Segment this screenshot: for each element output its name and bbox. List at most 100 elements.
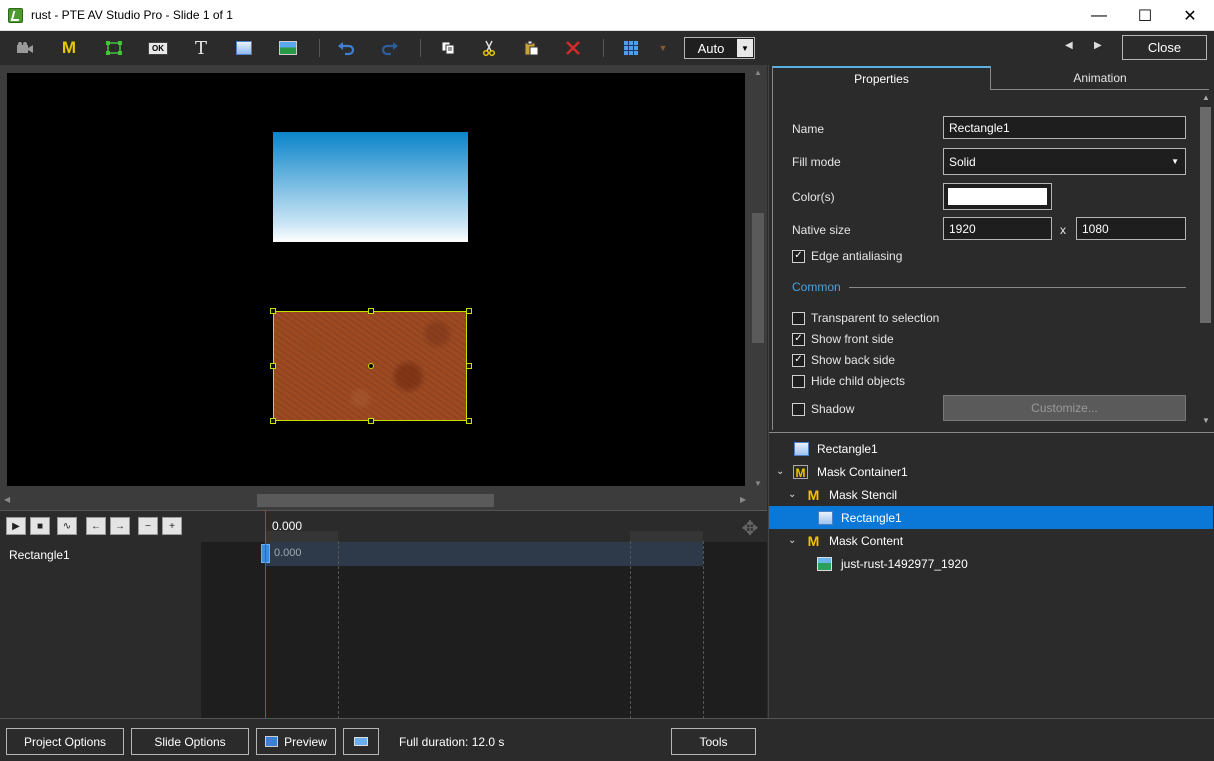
timeline-track-bar[interactable] — [265, 542, 703, 566]
minus-icon[interactable]: − — [138, 517, 158, 535]
tab-animation[interactable]: Animation — [991, 66, 1209, 90]
scrollbar-thumb[interactable] — [752, 213, 764, 343]
timeline-track-name[interactable]: Rectangle1 — [9, 548, 70, 562]
play-icon[interactable]: ▶ — [6, 517, 26, 535]
move-icon[interactable]: ✥ — [737, 515, 763, 541]
scroll-left-icon[interactable]: ◀ — [4, 495, 10, 504]
app-icon — [8, 8, 23, 23]
canvas-vertical-scrollbar[interactable]: ▲ ▼ — [750, 68, 766, 488]
customize-button[interactable]: Customize... — [943, 395, 1186, 421]
plus-icon[interactable]: + — [162, 517, 182, 535]
resize-handle[interactable] — [466, 308, 472, 314]
properties-form: Name Rectangle1 Fill mode Solid ▼ Color(… — [772, 90, 1196, 430]
chevron-down-icon[interactable]: ⌄ — [788, 535, 796, 546]
grid-dropdown-icon[interactable]: ▼ — [650, 36, 676, 60]
gradient-rectangle[interactable] — [273, 132, 468, 242]
tree-item-rust-image[interactable]: just-rust-1492977_1920 — [769, 552, 1213, 575]
grid-icon[interactable] — [618, 36, 644, 60]
image-icon — [817, 556, 832, 571]
text-T-icon[interactable]: T — [188, 36, 214, 60]
rust-image-object[interactable] — [270, 308, 472, 424]
undo-icon[interactable] — [333, 36, 359, 60]
tree-item-stencil-rectangle1[interactable]: Rectangle1 — [769, 506, 1213, 529]
color-picker[interactable] — [943, 183, 1052, 210]
resize-handle[interactable] — [270, 308, 276, 314]
canvas-horizontal-scrollbar[interactable]: ◀ ▶ — [0, 492, 750, 509]
arrow-right-icon[interactable]: → — [110, 517, 130, 535]
arrow-left-icon[interactable]: ← — [86, 517, 106, 535]
native-width-field[interactable]: 1920 — [943, 217, 1052, 240]
scroll-down-icon[interactable]: ▼ — [754, 479, 762, 488]
minimize-button[interactable]: — — [1076, 0, 1122, 31]
prev-slide-icon[interactable]: ◀ — [1065, 40, 1073, 51]
scrollbar-thumb[interactable] — [257, 494, 494, 507]
properties-scrollbar[interactable]: ▲ ▼ — [1198, 91, 1213, 429]
tree-item-mask-stencil[interactable]: ⌄ M Mask Stencil — [769, 483, 1213, 506]
tree-item-mask-content[interactable]: ⌄ M Mask Content — [769, 529, 1213, 552]
playhead[interactable] — [265, 511, 266, 719]
zoom-value: Auto — [697, 40, 725, 56]
resize-handle[interactable] — [466, 418, 472, 424]
button-ok-icon[interactable]: OK — [145, 36, 171, 60]
chevron-down-icon[interactable]: ▼ — [737, 39, 753, 57]
chevron-down-icon[interactable]: ⌄ — [788, 489, 796, 500]
resize-handle[interactable] — [368, 308, 374, 314]
maximize-button[interactable]: ☐ — [1122, 0, 1168, 31]
scroll-right-icon[interactable]: ▶ — [740, 495, 746, 504]
show-front-row[interactable]: ✓ Show front side — [792, 332, 894, 346]
show-front-checkbox[interactable]: ✓ — [792, 332, 805, 346]
tab-properties[interactable]: Properties — [772, 66, 991, 90]
scroll-up-icon[interactable]: ▲ — [1202, 93, 1210, 102]
shadow-checkbox[interactable] — [792, 402, 805, 416]
hide-child-row[interactable]: Hide child objects — [792, 374, 905, 388]
tree-item-rectangle1[interactable]: Rectangle1 — [769, 437, 1213, 460]
scroll-down-icon[interactable]: ▼ — [1202, 416, 1210, 425]
screen-icon[interactable] — [343, 728, 379, 755]
tools-button[interactable]: Tools — [671, 728, 756, 755]
delete-icon[interactable] — [560, 36, 586, 60]
preview-button[interactable]: Preview — [256, 728, 336, 755]
scroll-up-icon[interactable]: ▲ — [754, 68, 762, 77]
camera-icon[interactable] — [12, 36, 38, 60]
resize-handle[interactable] — [270, 363, 276, 369]
show-back-row[interactable]: ✓ Show back side — [792, 353, 895, 367]
frame-icon[interactable] — [101, 36, 127, 60]
edge-antialiasing-row[interactable]: ✓ Edge antialiasing — [792, 249, 902, 263]
window-close-button[interactable]: ✕ — [1167, 0, 1213, 31]
native-height-field[interactable]: 1080 — [1076, 217, 1186, 240]
rectangle-icon[interactable] — [231, 36, 257, 60]
timeline-track-area[interactable] — [201, 542, 767, 719]
window-title: rust - PTE AV Studio Pro - Slide 1 of 1 — [31, 8, 233, 22]
image-icon[interactable] — [275, 36, 301, 60]
slide-canvas[interactable] — [7, 73, 745, 486]
zoom-select[interactable]: Auto ▼ — [684, 37, 755, 59]
next-slide-icon[interactable]: ▶ — [1094, 40, 1102, 51]
stop-icon[interactable]: ■ — [30, 517, 50, 535]
shadow-row[interactable]: Shadow — [792, 402, 854, 416]
redo-icon[interactable] — [377, 36, 403, 60]
cut-icon[interactable] — [476, 36, 502, 60]
show-back-checkbox[interactable]: ✓ — [792, 353, 805, 367]
close-button[interactable]: Close — [1122, 35, 1207, 60]
tree-item-mask-container[interactable]: ⌄ M Mask Container1 — [769, 460, 1213, 483]
edge-antialiasing-checkbox[interactable]: ✓ — [792, 249, 805, 263]
project-options-button[interactable]: Project Options — [6, 728, 124, 755]
resize-handle[interactable] — [466, 363, 472, 369]
fill-mode-select[interactable]: Solid ▼ — [943, 148, 1186, 175]
waveform-icon[interactable]: ∿ — [57, 517, 77, 535]
hide-child-checkbox[interactable] — [792, 374, 805, 388]
name-field[interactable]: Rectangle1 — [943, 116, 1186, 139]
mask-m-icon[interactable]: M — [56, 36, 82, 60]
rotation-center-handle[interactable] — [368, 363, 374, 369]
resize-handle[interactable] — [368, 418, 374, 424]
transparent-checkbox[interactable] — [792, 311, 805, 325]
paste-icon[interactable] — [518, 36, 544, 60]
scrollbar-thumb[interactable] — [1200, 107, 1211, 323]
slide-options-button[interactable]: Slide Options — [131, 728, 249, 755]
toolbar-separator — [319, 39, 320, 57]
resize-handle[interactable] — [270, 418, 276, 424]
copy-icon[interactable] — [435, 36, 461, 60]
chevron-down-icon[interactable]: ⌄ — [776, 466, 784, 477]
transparent-row[interactable]: Transparent to selection — [792, 311, 939, 325]
timeline-marker — [338, 541, 339, 719]
